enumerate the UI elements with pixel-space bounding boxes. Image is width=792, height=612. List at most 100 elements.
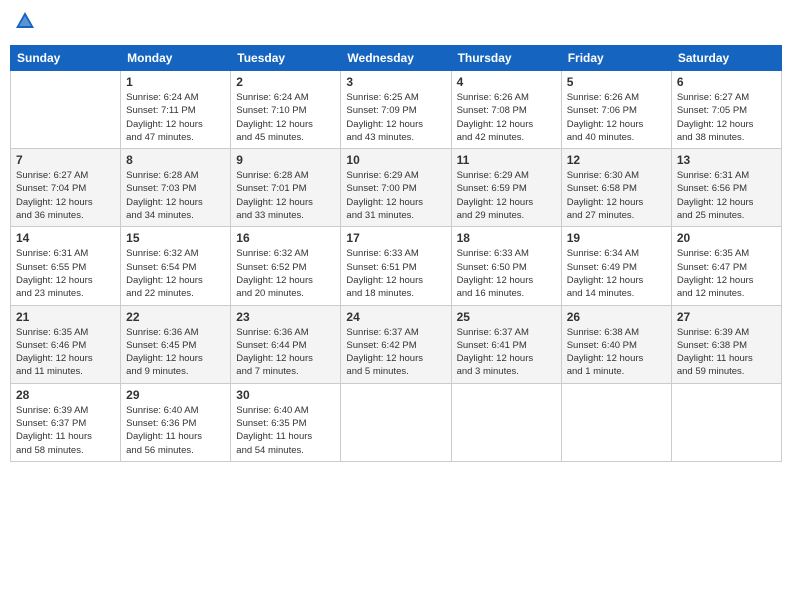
calendar-cell: 16 Sunrise: 6:32 AM Sunset: 6:52 PM Dayli… xyxy=(231,227,341,305)
day-number: 24 xyxy=(346,310,445,324)
calendar-cell: 24 Sunrise: 6:37 AM Sunset: 6:42 PM Dayli… xyxy=(341,305,451,383)
calendar-cell: 17 Sunrise: 6:33 AM Sunset: 6:51 PM Dayli… xyxy=(341,227,451,305)
calendar-cell xyxy=(671,383,781,461)
calendar-cell xyxy=(561,383,671,461)
day-number: 23 xyxy=(236,310,335,324)
calendar-cell: 6Sunrise: 6:27 AM Sunset: 7:05 PM Daylig… xyxy=(671,71,781,149)
calendar-cell: 30 Sunrise: 6:40 AM Sunset: 6:35 PM Dayli… xyxy=(231,383,341,461)
day-number: 18 xyxy=(457,231,556,245)
day-info: Sunrise: 6:33 AM Sunset: 6:51 PM Dayligh… xyxy=(346,247,445,300)
calendar-cell: 14Sunrise: 6:31 AM Sunset: 6:55 PM Dayli… xyxy=(11,227,121,305)
calendar-week-row: 7 Sunrise: 6:27 AM Sunset: 7:04 PM Daylig… xyxy=(11,149,782,227)
calendar-header-tuesday: Tuesday xyxy=(231,46,341,71)
calendar-cell xyxy=(11,71,121,149)
day-info: Sunrise: 6:24 AM Sunset: 7:10 PM Dayligh… xyxy=(236,91,335,144)
calendar-cell: 26 Sunrise: 6:38 AM Sunset: 6:40 PM Dayli… xyxy=(561,305,671,383)
calendar-cell: 18 Sunrise: 6:33 AM Sunset: 6:50 PM Dayli… xyxy=(451,227,561,305)
calendar-cell xyxy=(451,383,561,461)
calendar-cell: 10 Sunrise: 6:29 AM Sunset: 7:00 PM Dayli… xyxy=(341,149,451,227)
day-number: 1 xyxy=(126,75,225,89)
calendar-cell: 7 Sunrise: 6:27 AM Sunset: 7:04 PM Daylig… xyxy=(11,149,121,227)
calendar-cell: 4Sunrise: 6:26 AM Sunset: 7:08 PM Daylig… xyxy=(451,71,561,149)
calendar-cell: 9 Sunrise: 6:28 AM Sunset: 7:01 PM Daylig… xyxy=(231,149,341,227)
day-number: 9 xyxy=(236,153,335,167)
calendar-cell: 2 Sunrise: 6:24 AM Sunset: 7:10 PM Daylig… xyxy=(231,71,341,149)
day-number: 3 xyxy=(346,75,445,89)
calendar-cell: 1 Sunrise: 6:24 AM Sunset: 7:11 PM Daylig… xyxy=(121,71,231,149)
day-number: 7 xyxy=(16,153,115,167)
day-info: Sunrise: 6:38 AM Sunset: 6:40 PM Dayligh… xyxy=(567,326,666,379)
calendar-header-wednesday: Wednesday xyxy=(341,46,451,71)
calendar-cell: 13 Sunrise: 6:31 AM Sunset: 6:56 PM Dayli… xyxy=(671,149,781,227)
logo xyxy=(14,10,38,37)
day-number: 26 xyxy=(567,310,666,324)
calendar-cell: 25 Sunrise: 6:37 AM Sunset: 6:41 PM Dayli… xyxy=(451,305,561,383)
day-info: Sunrise: 6:29 AM Sunset: 7:00 PM Dayligh… xyxy=(346,169,445,222)
calendar-header-friday: Friday xyxy=(561,46,671,71)
day-number: 10 xyxy=(346,153,445,167)
calendar-cell: 20 Sunrise: 6:35 AM Sunset: 6:47 PM Dayli… xyxy=(671,227,781,305)
day-info: Sunrise: 6:30 AM Sunset: 6:58 PM Dayligh… xyxy=(567,169,666,222)
day-info: Sunrise: 6:36 AM Sunset: 6:44 PM Dayligh… xyxy=(236,326,335,379)
day-info: Sunrise: 6:32 AM Sunset: 6:54 PM Dayligh… xyxy=(126,247,225,300)
day-info: Sunrise: 6:31 AM Sunset: 6:55 PM Dayligh… xyxy=(16,247,115,300)
calendar-cell: 29Sunrise: 6:40 AM Sunset: 6:36 PM Dayli… xyxy=(121,383,231,461)
calendar-cell: 15Sunrise: 6:32 AM Sunset: 6:54 PM Dayli… xyxy=(121,227,231,305)
calendar-header-sunday: Sunday xyxy=(11,46,121,71)
day-info: Sunrise: 6:28 AM Sunset: 7:01 PM Dayligh… xyxy=(236,169,335,222)
day-info: Sunrise: 6:32 AM Sunset: 6:52 PM Dayligh… xyxy=(236,247,335,300)
day-number: 25 xyxy=(457,310,556,324)
calendar-cell: 19Sunrise: 6:34 AM Sunset: 6:49 PM Dayli… xyxy=(561,227,671,305)
calendar-cell: 28Sunrise: 6:39 AM Sunset: 6:37 PM Dayli… xyxy=(11,383,121,461)
day-number: 21 xyxy=(16,310,115,324)
calendar-cell: 27Sunrise: 6:39 AM Sunset: 6:38 PM Dayli… xyxy=(671,305,781,383)
day-info: Sunrise: 6:35 AM Sunset: 6:47 PM Dayligh… xyxy=(677,247,776,300)
day-info: Sunrise: 6:35 AM Sunset: 6:46 PM Dayligh… xyxy=(16,326,115,379)
day-info: Sunrise: 6:28 AM Sunset: 7:03 PM Dayligh… xyxy=(126,169,225,222)
day-info: Sunrise: 6:26 AM Sunset: 7:06 PM Dayligh… xyxy=(567,91,666,144)
day-info: Sunrise: 6:29 AM Sunset: 6:59 PM Dayligh… xyxy=(457,169,556,222)
day-number: 11 xyxy=(457,153,556,167)
day-info: Sunrise: 6:37 AM Sunset: 6:41 PM Dayligh… xyxy=(457,326,556,379)
day-info: Sunrise: 6:27 AM Sunset: 7:05 PM Dayligh… xyxy=(677,91,776,144)
day-number: 22 xyxy=(126,310,225,324)
calendar-week-row: 14Sunrise: 6:31 AM Sunset: 6:55 PM Dayli… xyxy=(11,227,782,305)
calendar-cell: 22 Sunrise: 6:36 AM Sunset: 6:45 PM Dayli… xyxy=(121,305,231,383)
day-number: 8 xyxy=(126,153,225,167)
day-info: Sunrise: 6:36 AM Sunset: 6:45 PM Dayligh… xyxy=(126,326,225,379)
day-number: 28 xyxy=(16,388,115,402)
calendar-cell: 8 Sunrise: 6:28 AM Sunset: 7:03 PM Daylig… xyxy=(121,149,231,227)
day-info: Sunrise: 6:27 AM Sunset: 7:04 PM Dayligh… xyxy=(16,169,115,222)
logo-icon xyxy=(14,10,36,32)
calendar-header-monday: Monday xyxy=(121,46,231,71)
day-info: Sunrise: 6:34 AM Sunset: 6:49 PM Dayligh… xyxy=(567,247,666,300)
day-number: 12 xyxy=(567,153,666,167)
day-number: 16 xyxy=(236,231,335,245)
day-info: Sunrise: 6:26 AM Sunset: 7:08 PM Dayligh… xyxy=(457,91,556,144)
page-header xyxy=(10,10,782,37)
day-info: Sunrise: 6:33 AM Sunset: 6:50 PM Dayligh… xyxy=(457,247,556,300)
calendar-week-row: 28Sunrise: 6:39 AM Sunset: 6:37 PM Dayli… xyxy=(11,383,782,461)
day-info: Sunrise: 6:25 AM Sunset: 7:09 PM Dayligh… xyxy=(346,91,445,144)
calendar-cell: 21 Sunrise: 6:35 AM Sunset: 6:46 PM Dayli… xyxy=(11,305,121,383)
calendar-header-saturday: Saturday xyxy=(671,46,781,71)
day-info: Sunrise: 6:31 AM Sunset: 6:56 PM Dayligh… xyxy=(677,169,776,222)
day-info: Sunrise: 6:37 AM Sunset: 6:42 PM Dayligh… xyxy=(346,326,445,379)
calendar-cell: 11 Sunrise: 6:29 AM Sunset: 6:59 PM Dayli… xyxy=(451,149,561,227)
day-number: 5 xyxy=(567,75,666,89)
calendar-cell: 23 Sunrise: 6:36 AM Sunset: 6:44 PM Dayli… xyxy=(231,305,341,383)
calendar-header-thursday: Thursday xyxy=(451,46,561,71)
calendar-cell: 12 Sunrise: 6:30 AM Sunset: 6:58 PM Dayli… xyxy=(561,149,671,227)
calendar-table: SundayMondayTuesdayWednesdayThursdayFrid… xyxy=(10,45,782,462)
day-number: 29 xyxy=(126,388,225,402)
day-number: 13 xyxy=(677,153,776,167)
day-number: 20 xyxy=(677,231,776,245)
day-number: 30 xyxy=(236,388,335,402)
calendar-cell: 3 Sunrise: 6:25 AM Sunset: 7:09 PM Daylig… xyxy=(341,71,451,149)
day-info: Sunrise: 6:40 AM Sunset: 6:35 PM Dayligh… xyxy=(236,404,335,457)
day-number: 17 xyxy=(346,231,445,245)
day-info: Sunrise: 6:24 AM Sunset: 7:11 PM Dayligh… xyxy=(126,91,225,144)
calendar-cell xyxy=(341,383,451,461)
calendar-header-row: SundayMondayTuesdayWednesdayThursdayFrid… xyxy=(11,46,782,71)
day-number: 2 xyxy=(236,75,335,89)
